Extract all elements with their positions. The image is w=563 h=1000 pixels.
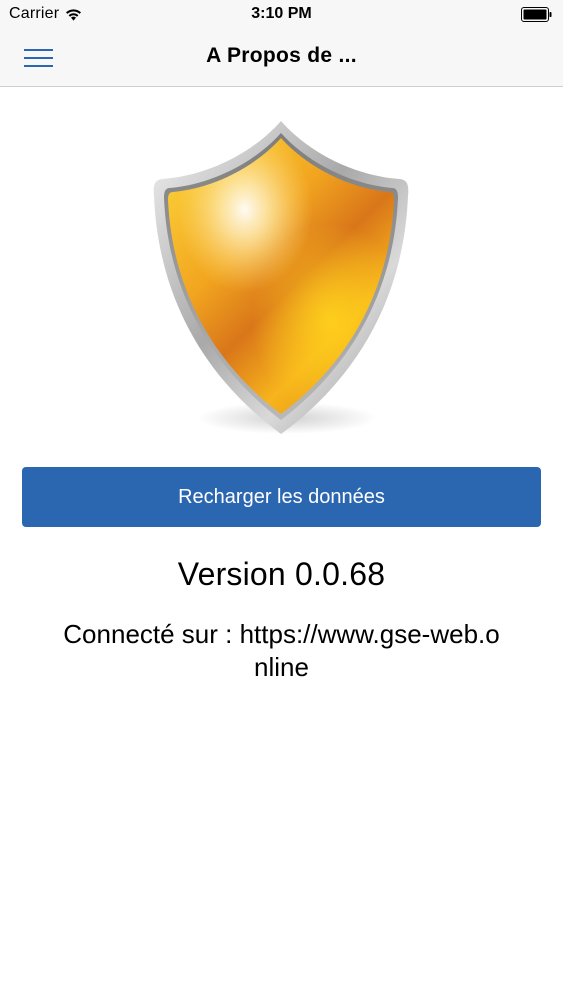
battery-icon xyxy=(521,7,552,22)
page-title: A Propos de ... xyxy=(206,44,357,67)
navigation-bar: A Propos de ... xyxy=(0,30,563,87)
reload-data-button[interactable]: Recharger les données xyxy=(22,467,541,527)
version-label: Version 0.0.68 xyxy=(177,556,386,592)
status-bar: Carrier 3:10 PM xyxy=(0,0,563,30)
connection-info: Connecté sur : https://www.gse-web.onlin… xyxy=(63,619,500,682)
shield-logo xyxy=(150,118,412,440)
status-time: 3:10 PM xyxy=(251,5,312,22)
shield-icon xyxy=(153,121,409,434)
